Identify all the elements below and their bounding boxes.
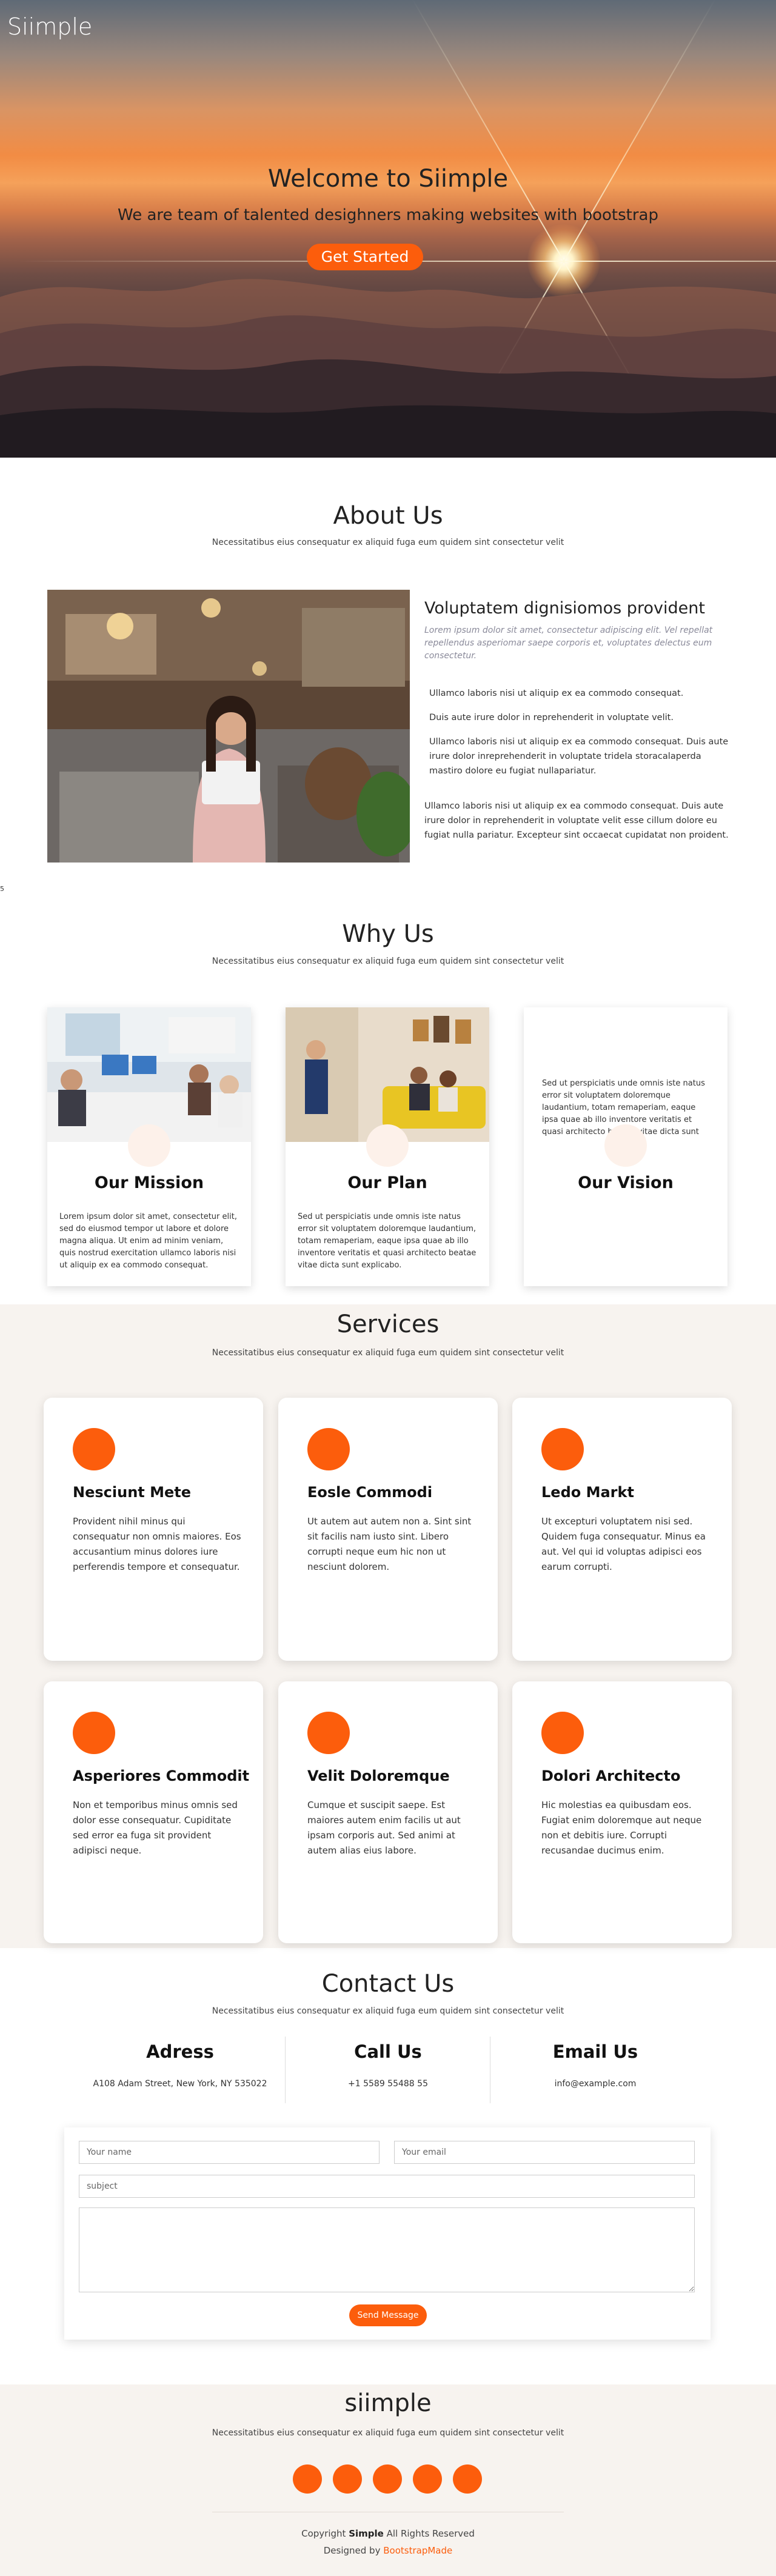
mission-title: Our Mission — [94, 1173, 204, 1192]
mission-image — [47, 1007, 251, 1142]
contact-subtitle: Necessitatibus eius consequatur ex aliqu… — [212, 2006, 564, 2016]
why-card-vision: Sed ut perspiciatis unde omnis iste natu… — [524, 1007, 728, 1286]
phone-title: Call Us — [354, 2041, 422, 2062]
instagram-icon[interactable] — [373, 2464, 402, 2494]
why-card-plan: Our Plan Sed ut perspiciatis unde omnis … — [286, 1007, 489, 1286]
address-value: A108 Adam Street, New York, NY 535022 — [93, 2079, 267, 2089]
vision-title: Our Vision — [578, 1173, 674, 1192]
about-list-item: Ullamco laboris nisi ut aliquip ex ea co… — [429, 737, 729, 776]
plan-text: Sed ut perspiciatis unde omnis iste natu… — [298, 1212, 477, 1270]
mission-icon — [128, 1124, 170, 1167]
contact-title: Contact Us — [321, 1970, 455, 1998]
contact-address: Adress A108 Adam Street, New York, NY 53… — [77, 2041, 283, 2089]
linkedin-icon[interactable] — [453, 2464, 482, 2494]
hero-title: Welcome to Siimple — [267, 165, 509, 193]
about-title: About Us — [333, 502, 443, 530]
facebook-icon[interactable] — [333, 2464, 362, 2494]
about-paragraph: Ullamco laboris nisi ut aliquip ex ea co… — [424, 801, 729, 840]
why-subtitle: Necessitatibus eius consequatur ex aliqu… — [212, 956, 564, 966]
plan-icon — [366, 1124, 409, 1167]
contact-form: Send Message — [64, 2127, 711, 2340]
service-icon — [541, 1428, 584, 1470]
about-intro: Lorem ipsum dolor sit amet, consectetur … — [424, 626, 713, 661]
copyright-prefix: Copyright — [301, 2528, 349, 2539]
about-photo — [47, 590, 410, 863]
mission-text: Lorem ipsum dolor sit amet, consectetur … — [59, 1212, 237, 1270]
services-subtitle: Necessitatibus eius consequatur ex aliqu… — [212, 1348, 564, 1358]
phone-value: +1 5589 55488 55 — [348, 2079, 428, 2089]
service-card[interactable]: Velit Doloremque Cumque et suscipit saep… — [278, 1681, 498, 1943]
vision-icon — [604, 1124, 647, 1167]
hero-subtitle: We are team of talented desighners makin… — [118, 206, 658, 224]
service-icon — [307, 1428, 350, 1470]
service-icon — [541, 1712, 584, 1754]
service-title: Velit Doloremque — [307, 1767, 450, 1784]
name-input[interactable] — [79, 2141, 380, 2164]
about-list-item: Ullamco laboris nisi ut aliquip ex ea co… — [429, 689, 684, 698]
service-card[interactable]: Eosle Commodi Ut autem aut autem non a. … — [278, 1398, 498, 1661]
skype-icon[interactable] — [413, 2464, 442, 2494]
footer-brand: siimple — [344, 2389, 432, 2417]
service-text: Ut excepturi voluptatem nisi sed. Quidem… — [541, 1516, 706, 1572]
copyright: Copyright Simple All Rights Reserved — [0, 2528, 776, 2539]
copyright-suffix: All Rights Reserved — [383, 2528, 475, 2539]
service-title: Eosle Commodi — [307, 1484, 433, 1501]
services-title: Services — [336, 1310, 440, 1338]
contact-phone: Call Us +1 5589 55488 55 — [285, 2041, 491, 2089]
service-text: Hic molestias ea quibusdam eos. Fugiat e… — [541, 1800, 702, 1856]
about-heading: Voluptatem dignisiomos provident — [424, 599, 705, 618]
plan-title: Our Plan — [347, 1173, 427, 1192]
service-title: Nesciunt Mete — [73, 1484, 192, 1501]
service-icon — [73, 1712, 115, 1754]
stray-text: 5 — [0, 885, 4, 893]
about-subtitle: Necessitatibus eius consequatur ex aliqu… — [212, 538, 564, 547]
bootstrapmade-link[interactable]: BootstrapMade — [383, 2545, 452, 2556]
service-title: Ledo Markt — [541, 1484, 634, 1501]
service-title: Asperiores Commodit — [73, 1767, 250, 1784]
about-list-item: Duis aute irure dolor in reprehenderit i… — [429, 713, 674, 722]
service-text: Non et temporibus minus omnis sed dolor … — [73, 1800, 238, 1856]
service-card[interactable]: Dolori Architecto Hic molestias ea quibu… — [512, 1681, 732, 1943]
copyright-brand: Simple — [349, 2528, 384, 2539]
service-text: Cumque et suscipit saepe. Est maiores au… — [307, 1800, 461, 1856]
designed-by: Designed by BootstrapMade — [0, 2545, 776, 2556]
service-card[interactable]: Nesciunt Mete Provident nihil minus qui … — [44, 1398, 263, 1661]
why-title: Why Us — [342, 920, 434, 948]
brand-logo[interactable]: Siimple — [7, 13, 92, 40]
contact-email: Email Us info@example.com — [492, 2041, 698, 2089]
address-title: Adress — [146, 2041, 214, 2062]
service-card[interactable]: Asperiores Commodit Non et temporibus mi… — [44, 1681, 263, 1943]
twitter-icon[interactable] — [293, 2464, 322, 2494]
service-card[interactable]: Ledo Markt Ut excepturi voluptatem nisi … — [512, 1398, 732, 1661]
service-text: Ut autem aut autem non a. Sint sint sit … — [307, 1516, 472, 1572]
email-value: info@example.com — [554, 2079, 637, 2089]
email-title: Email Us — [552, 2041, 638, 2062]
get-started-button[interactable]: Get Started — [307, 244, 423, 270]
service-text: Provident nihil minus qui consequatur no… — [73, 1516, 241, 1572]
send-message-button[interactable]: Send Message — [349, 2304, 427, 2326]
footer: siimple Necessitatibus eius consequatur … — [0, 2384, 776, 2576]
mountain-silhouette — [0, 279, 776, 458]
why-card-mission: Our Mission Lorem ipsum dolor sit amet, … — [47, 1007, 251, 1286]
service-icon — [73, 1428, 115, 1470]
message-textarea[interactable] — [79, 2207, 695, 2292]
subject-input[interactable] — [79, 2175, 695, 2198]
plan-image — [286, 1007, 489, 1142]
service-icon — [307, 1712, 350, 1754]
email-input[interactable] — [394, 2141, 695, 2164]
hero-section: Siimple Welcome to Siimple We are team o… — [0, 0, 776, 458]
service-title: Dolori Architecto — [541, 1767, 681, 1784]
designed-prefix: Designed by — [323, 2545, 384, 2556]
footer-subtitle: Necessitatibus eius consequatur ex aliqu… — [212, 2428, 564, 2438]
